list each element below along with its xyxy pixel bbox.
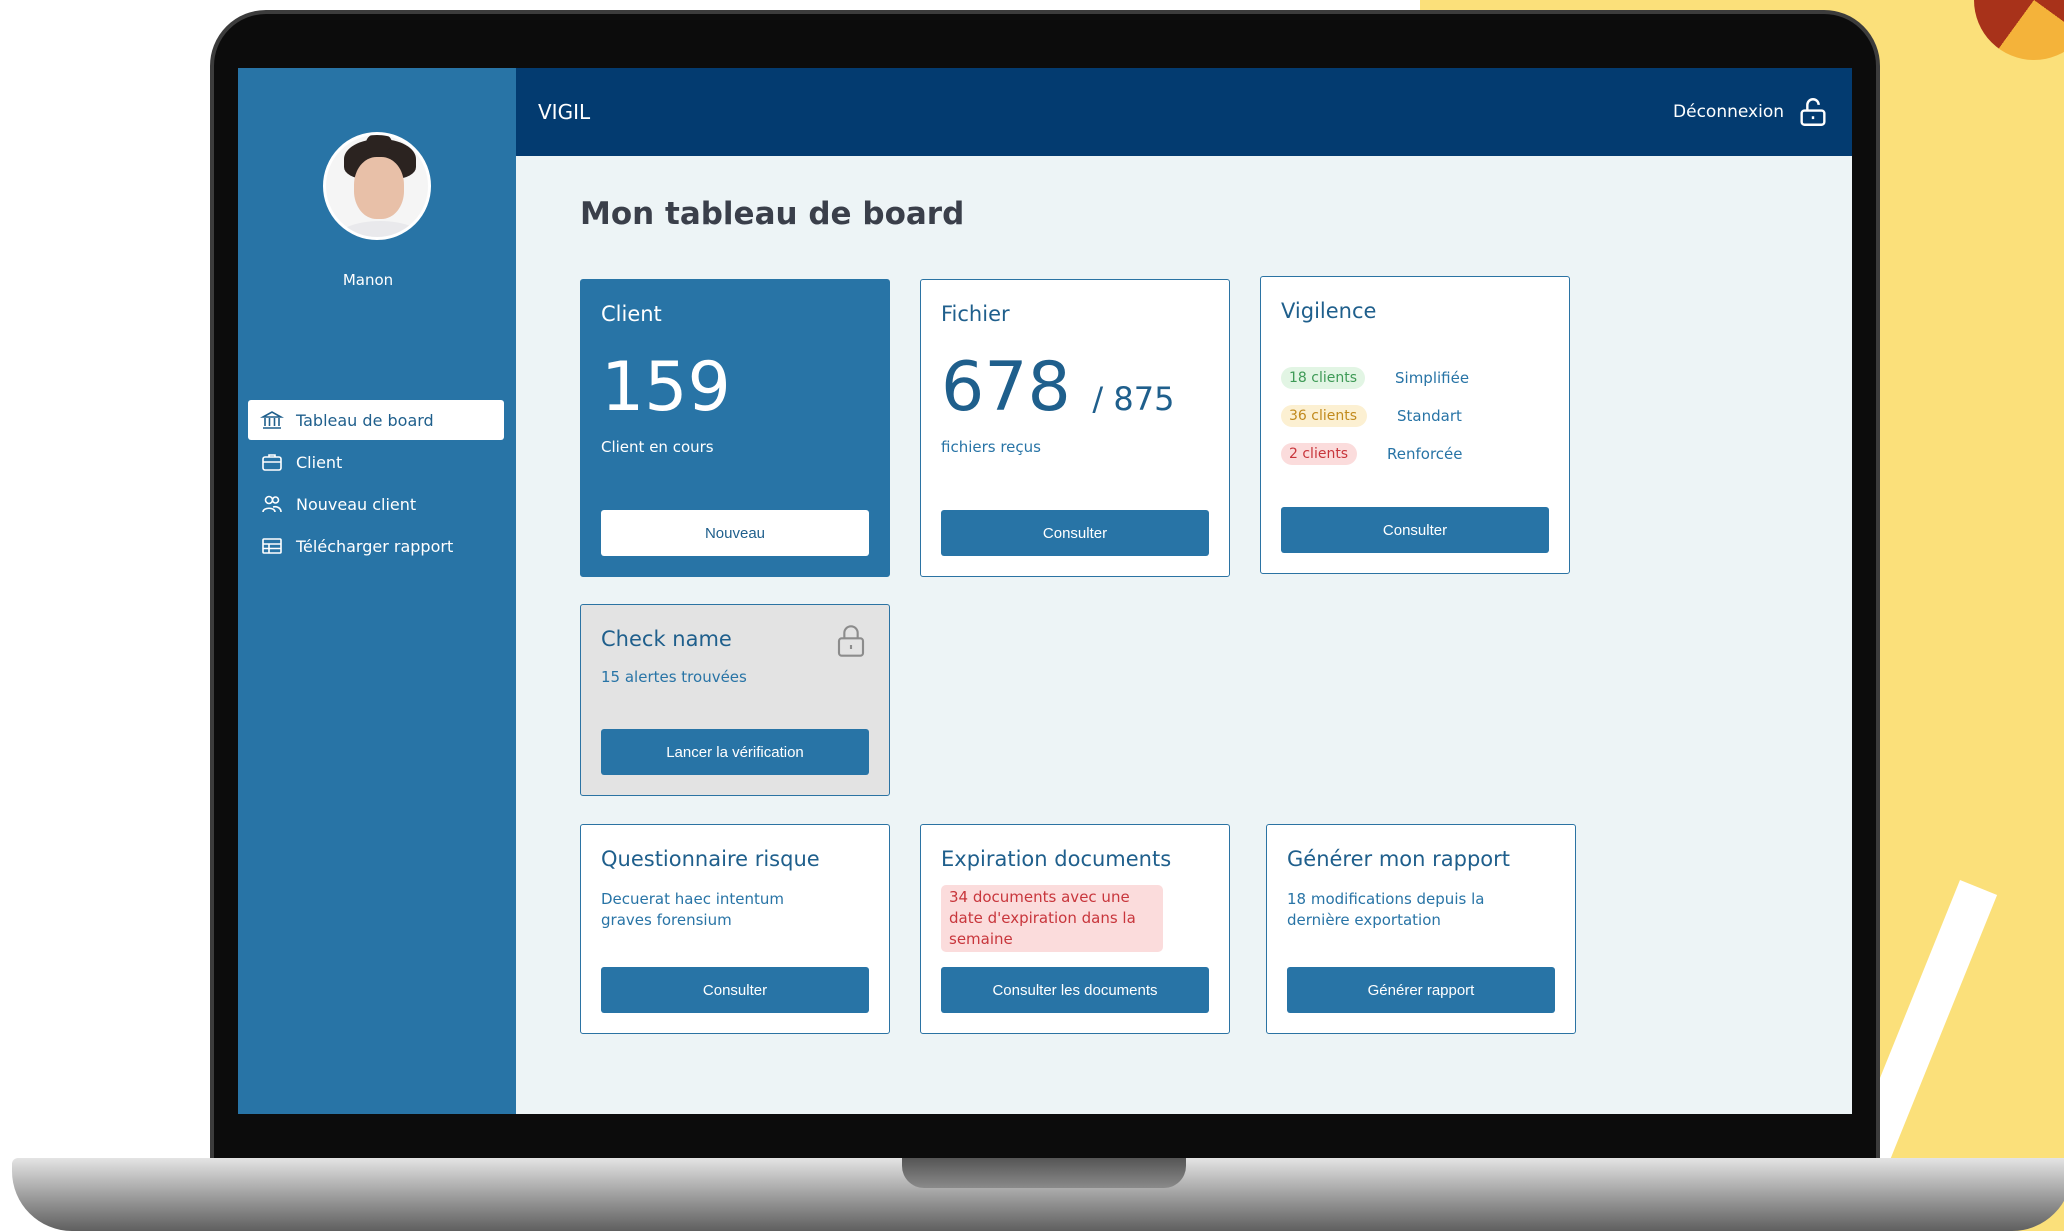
brand-name: VIGIL — [538, 100, 591, 124]
expiration-title: Expiration documents — [941, 847, 1172, 871]
logout-label: Déconnexion — [1673, 102, 1784, 122]
bank-icon — [260, 408, 284, 432]
lock-icon — [837, 625, 865, 657]
page-title: Mon tableau de board — [580, 196, 965, 232]
sidebar-item-label: Télécharger rapport — [296, 536, 454, 556]
expiration-alert: 34 documents avec une date d'expiration … — [941, 885, 1163, 952]
vigilence-count-badge: 18 clients — [1281, 367, 1365, 389]
sidebar-item-nouveau-client[interactable]: Nouveau client — [248, 484, 504, 524]
vigilence-row: 36 clients Standart — [1281, 397, 1549, 435]
vigilence-card-title: Vigilence — [1281, 299, 1377, 323]
vigilence-count-badge: 36 clients — [1281, 405, 1367, 427]
avatar — [323, 132, 431, 240]
fichier-count: 678 — [941, 348, 1071, 427]
vigilence-row: 2 clients Renforcée — [1281, 435, 1549, 473]
main-content: VIGIL Déconnexion Mon tableau de board C… — [516, 68, 1852, 1114]
rapport-text: 18 modifications depuis la dernière expo… — [1287, 890, 1485, 929]
unlock-icon — [1800, 98, 1826, 126]
vigilence-level-label: Renforcée — [1387, 445, 1463, 463]
client-count: 159 — [601, 348, 731, 427]
sidebar-item-tableau-de-board[interactable]: Tableau de board — [248, 400, 504, 440]
check-name-card: Check name 15 alertes trouvées Lancer la… — [580, 604, 890, 796]
sidebar-item-label: Client — [296, 452, 343, 472]
client-card-title: Client — [601, 302, 662, 326]
vigilence-level-label: Standart — [1397, 407, 1462, 425]
vigilence-count-badge: 2 clients — [1281, 443, 1357, 465]
sidebar-item-telecharger-rapport[interactable]: Télécharger rapport — [248, 526, 504, 566]
sidebar-item-label: Tableau de board — [296, 410, 434, 430]
consult-documents-button[interactable]: Consulter les documents — [941, 967, 1209, 1013]
vigilence-card: Vigilence 18 clients Simplifiée 36 clien… — [1260, 276, 1570, 574]
sidebar-nav: Tableau de board Client Nouveau client T… — [248, 400, 504, 568]
table-icon — [260, 534, 284, 558]
user-name: Manon — [342, 271, 394, 289]
questionnaire-title: Questionnaire risque — [601, 847, 820, 871]
generate-report-button[interactable]: Générer rapport — [1287, 967, 1555, 1013]
briefcase-icon — [260, 450, 284, 474]
top-bar: VIGIL Déconnexion — [516, 68, 1852, 156]
rapport-card: Générer mon rapport 18 modifications dep… — [1266, 824, 1576, 1034]
consult-questionnaire-button[interactable]: Consulter — [601, 967, 869, 1013]
fichier-card: Fichier 678 / 875 fichiers reçus Consult… — [920, 279, 1230, 577]
laptop-screen: Manon Tableau de board Client Nouveau cl… — [238, 68, 1852, 1114]
fichier-card-title: Fichier — [941, 302, 1010, 326]
sidebar-item-label: Nouveau client — [296, 494, 417, 514]
fichier-count-row: 678 / 875 — [941, 354, 1209, 422]
check-name-title: Check name — [601, 627, 732, 651]
vigilence-list: 18 clients Simplifiée 36 clients Standar… — [1281, 359, 1549, 473]
vigilence-level-label: Simplifiée — [1395, 369, 1470, 387]
client-card: Client 159 Client en cours Nouveau — [580, 279, 890, 577]
rapport-title: Générer mon rapport — [1287, 847, 1510, 871]
client-subtitle: Client en cours — [601, 438, 714, 456]
vigilence-row: 18 clients Simplifiée — [1281, 359, 1549, 397]
consult-files-button[interactable]: Consulter — [941, 510, 1209, 556]
new-client-button[interactable]: Nouveau — [601, 510, 869, 556]
fichier-total: / 875 — [1092, 380, 1175, 418]
users-icon — [260, 492, 284, 516]
sidebar: Manon Tableau de board Client Nouveau cl… — [238, 68, 516, 1114]
logout-button[interactable]: Déconnexion — [1673, 95, 1830, 129]
expiration-card: Expiration documents 34 documents avec u… — [920, 824, 1230, 1034]
consult-vigilence-button[interactable]: Consulter — [1281, 507, 1549, 553]
questionnaire-text: Decuerat haec intentum graves forensium — [601, 890, 785, 929]
launch-check-button[interactable]: Lancer la vérification — [601, 729, 869, 775]
check-name-subtitle: 15 alertes trouvées — [601, 668, 747, 686]
fichier-subtitle: fichiers reçus — [941, 438, 1041, 456]
questionnaire-card: Questionnaire risque Decuerat haec inten… — [580, 824, 890, 1034]
sidebar-item-client[interactable]: Client — [248, 442, 504, 482]
laptop-notch — [902, 1158, 1186, 1188]
